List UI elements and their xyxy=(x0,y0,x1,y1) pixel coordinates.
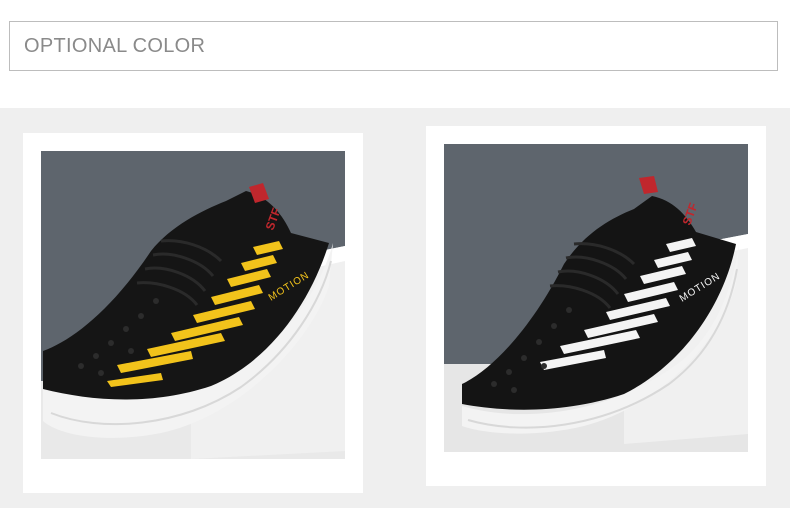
section-header: OPTIONAL COLOR xyxy=(9,21,778,71)
color-option-card-white[interactable]: MOTION STF xyxy=(426,126,766,486)
color-option-card-yellow[interactable]: MOTION STF xyxy=(23,133,363,493)
product-photo-white[interactable]: MOTION STF xyxy=(444,144,748,452)
sneaker-image-yellow: MOTION STF xyxy=(41,151,345,459)
sneaker-image-white: MOTION STF xyxy=(444,144,748,452)
color-options-gallery: MOTION STF MOTION STF xyxy=(0,108,790,508)
section-title: OPTIONAL COLOR xyxy=(24,35,206,57)
product-photo-yellow[interactable]: MOTION STF xyxy=(41,151,345,459)
